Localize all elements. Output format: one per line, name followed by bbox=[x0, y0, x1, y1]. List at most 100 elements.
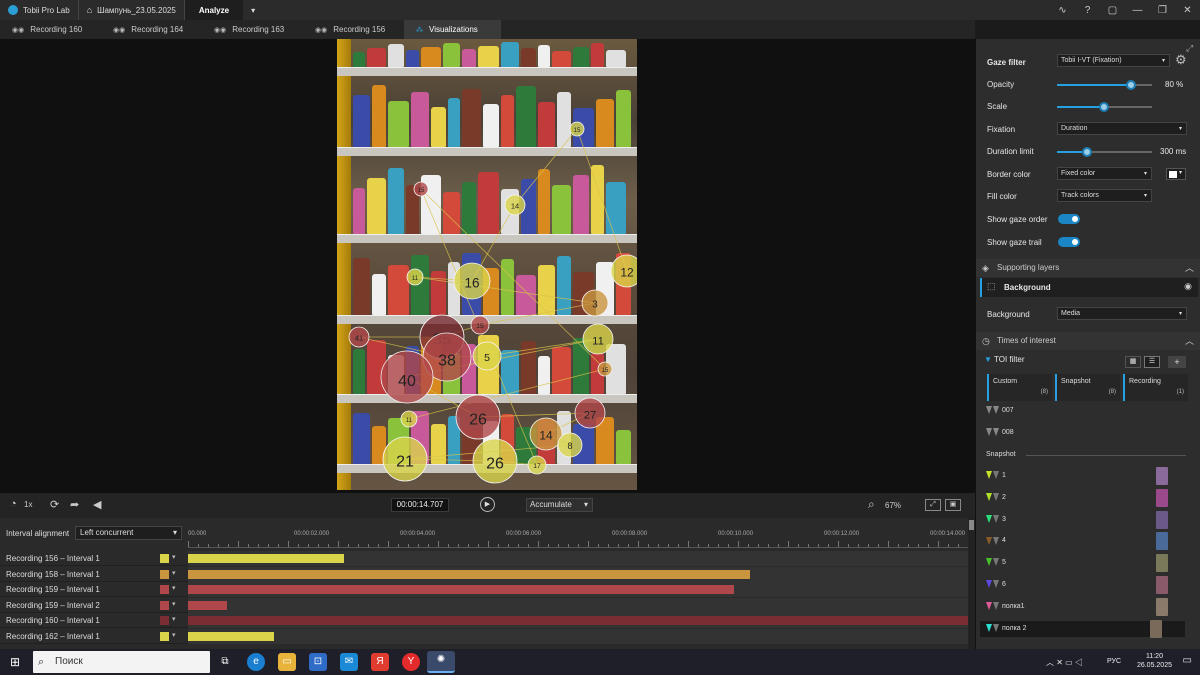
snapshot-item[interactable]: 4 bbox=[986, 532, 1191, 551]
windows-start-icon[interactable]: ⊞ bbox=[10, 655, 20, 669]
interval-alignment-select[interactable]: Left concurrent ▾ bbox=[75, 526, 182, 540]
taskbar-search[interactable]: ⌕ Поиск bbox=[33, 651, 210, 673]
tab-recording-164[interactable]: ◉◉ Recording 164 bbox=[101, 20, 202, 39]
fill-color-select[interactable]: Track colors ▾ bbox=[1057, 189, 1152, 202]
border-color-select[interactable]: Fixed color ▾ bbox=[1057, 167, 1152, 180]
timeline-row[interactable]: Recording 158 – Interval 1 ▾ bbox=[0, 566, 968, 582]
chevron-down-icon[interactable]: ▾ bbox=[172, 553, 176, 561]
row-color-swatch[interactable] bbox=[160, 616, 169, 625]
app-menu[interactable]: Tobii Pro Lab bbox=[0, 0, 78, 20]
snapshot-item[interactable]: 3 bbox=[986, 510, 1191, 529]
yandex-icon[interactable]: Y bbox=[402, 653, 420, 671]
snapshot-item[interactable]: 2 bbox=[986, 488, 1191, 507]
interval-bar[interactable] bbox=[188, 600, 227, 610]
list-view-icon[interactable]: ☰ bbox=[1144, 356, 1160, 368]
interval-track[interactable] bbox=[188, 566, 968, 582]
toi-item[interactable]: 008 bbox=[986, 425, 1014, 441]
chevron-down-icon[interactable]: ▾ bbox=[172, 631, 176, 639]
snapshot-item[interactable]: полка 2 bbox=[980, 619, 1185, 638]
timeline-row[interactable]: Recording 160 – Interval 1 ▾ bbox=[0, 613, 968, 628]
tab-visualizations[interactable]: ⁂ Visualizations bbox=[404, 20, 501, 39]
interval-bar[interactable] bbox=[188, 585, 734, 594]
row-color-swatch[interactable] bbox=[160, 600, 169, 610]
play-button[interactable]: ▶ bbox=[480, 497, 495, 512]
toi-item[interactable]: 007 bbox=[986, 403, 1014, 419]
chevron-down-icon[interactable]: ▾ bbox=[172, 569, 176, 577]
timeline-row[interactable]: Recording 156 – Interval 1 ▾ bbox=[0, 551, 968, 566]
tab-recording-160[interactable]: ◉◉ Recording 160 bbox=[0, 20, 101, 39]
interval-bar[interactable] bbox=[188, 554, 344, 563]
row-color-swatch[interactable] bbox=[160, 631, 169, 641]
interval-bar[interactable] bbox=[188, 616, 968, 625]
volume-icon[interactable]: ◀ bbox=[93, 498, 101, 511]
store-icon[interactable]: ⊡ bbox=[309, 653, 327, 671]
snapshot-item[interactable]: полка1 bbox=[986, 597, 1191, 616]
notification-icon[interactable]: ▭ bbox=[1183, 655, 1192, 666]
scale-slider[interactable] bbox=[1057, 102, 1152, 112]
tray-icons[interactable]: ︿ ✕ ▭ ◁ bbox=[1046, 657, 1083, 668]
language-indicator[interactable]: РУС bbox=[1107, 658, 1121, 665]
toi-filter[interactable]: ▼ TOI filter bbox=[984, 355, 1025, 364]
activity-icon[interactable]: ∿ bbox=[1050, 5, 1075, 16]
tab-recording-163[interactable]: ◉◉ Recording 163 bbox=[202, 20, 303, 39]
clock[interactable]: 11:20 26.05.2025 bbox=[1137, 652, 1172, 670]
tab-recording-156[interactable]: ◉◉ Recording 156 bbox=[303, 20, 404, 39]
project-breadcrumb[interactable]: ⌂ Шампунь_23.05.2025 bbox=[79, 0, 184, 20]
interval-track[interactable] bbox=[188, 613, 968, 628]
interval-track[interactable] bbox=[188, 551, 968, 566]
snapshot-item[interactable]: 6 bbox=[986, 576, 1191, 594]
maximize-button[interactable]: ❐ bbox=[1150, 5, 1175, 16]
gaze-order-toggle[interactable] bbox=[1058, 214, 1080, 224]
fixation-select[interactable]: Duration ▾ bbox=[1057, 122, 1187, 135]
interval-track[interactable] bbox=[188, 582, 968, 597]
time-ruler[interactable]: 00.000 00:00:02.000 00:00:04.000 00:00:06.0… bbox=[188, 528, 969, 548]
accumulate-select[interactable]: Accumulate ▾ bbox=[526, 498, 593, 512]
analyze-tab[interactable]: Analyze bbox=[184, 0, 244, 20]
row-color-swatch[interactable] bbox=[160, 569, 169, 579]
toi-custom-column[interactable]: Custom (8) bbox=[987, 374, 1052, 401]
analyze-dropdown[interactable]: ▾ bbox=[243, 0, 263, 20]
help-icon[interactable]: ? bbox=[1075, 5, 1100, 16]
duration-limit-slider[interactable] bbox=[1057, 147, 1152, 157]
background-layer[interactable]: ⬚ Background ◉ bbox=[980, 278, 1198, 297]
actual-size-icon[interactable]: ▣ bbox=[945, 499, 961, 511]
supporting-layers-header[interactable]: ◈ Supporting layers ︿ bbox=[976, 259, 1200, 277]
feedback-icon[interactable]: ▢ bbox=[1100, 5, 1125, 16]
zoom-icon[interactable]: ⌕ bbox=[868, 497, 875, 512]
stimulus-image[interactable]: 1514161211315354138511402627148212617151… bbox=[337, 39, 637, 490]
color-swatch[interactable]: ▾ bbox=[1166, 168, 1186, 180]
opacity-slider[interactable] bbox=[1057, 80, 1152, 90]
interval-track[interactable] bbox=[188, 628, 968, 644]
share-icon[interactable]: ➦ bbox=[70, 498, 79, 511]
interval-track[interactable] bbox=[188, 597, 968, 613]
mail-icon[interactable]: ✉ bbox=[340, 653, 358, 671]
gear-icon[interactable]: ⚙ bbox=[1175, 52, 1187, 68]
yandex-browser-icon[interactable]: Я bbox=[371, 653, 389, 671]
gaze-trail-toggle[interactable] bbox=[1058, 237, 1080, 247]
edge-icon[interactable]: e bbox=[247, 653, 265, 671]
toi-recording-column[interactable]: Recording (1) bbox=[1123, 374, 1188, 401]
timeline-scrollbar[interactable] bbox=[968, 518, 975, 649]
interval-bar[interactable] bbox=[188, 631, 274, 641]
add-button[interactable]: + bbox=[1168, 356, 1186, 368]
loop-icon[interactable]: ⟳ bbox=[50, 498, 59, 511]
toi-snapshot-column[interactable]: Snapshot (8) bbox=[1055, 374, 1120, 401]
chevron-down-icon[interactable]: ▾ bbox=[172, 600, 176, 608]
task-view-icon[interactable]: ⧉ bbox=[216, 653, 234, 671]
row-color-swatch[interactable] bbox=[160, 554, 169, 563]
close-button[interactable]: ✕ bbox=[1175, 5, 1200, 16]
interval-bar[interactable] bbox=[188, 569, 750, 579]
chevron-down-icon[interactable]: ▾ bbox=[172, 615, 176, 623]
current-time[interactable]: 00:00:14.707 bbox=[391, 498, 449, 512]
snapshot-item[interactable]: 5 bbox=[986, 554, 1191, 573]
background-select[interactable]: Media ▾ bbox=[1057, 307, 1187, 320]
minimize-button[interactable]: — bbox=[1125, 5, 1150, 16]
tobii-taskbar-icon[interactable]: ✺ bbox=[427, 651, 455, 673]
timeline-row[interactable]: Recording 159 – Interval 1 ▾ bbox=[0, 582, 968, 597]
playback-speed[interactable]: 1x bbox=[24, 500, 32, 509]
timeline-row[interactable]: Recording 159 – Interval 2 ▾ bbox=[0, 597, 968, 613]
row-color-swatch[interactable] bbox=[160, 585, 169, 594]
gaze-filter-select[interactable]: Tobii I-VT (Fixation) ▾ bbox=[1057, 54, 1170, 67]
file-explorer-icon[interactable]: ▭ bbox=[278, 653, 296, 671]
speed-icon[interactable]: ◔ bbox=[10, 498, 17, 510]
